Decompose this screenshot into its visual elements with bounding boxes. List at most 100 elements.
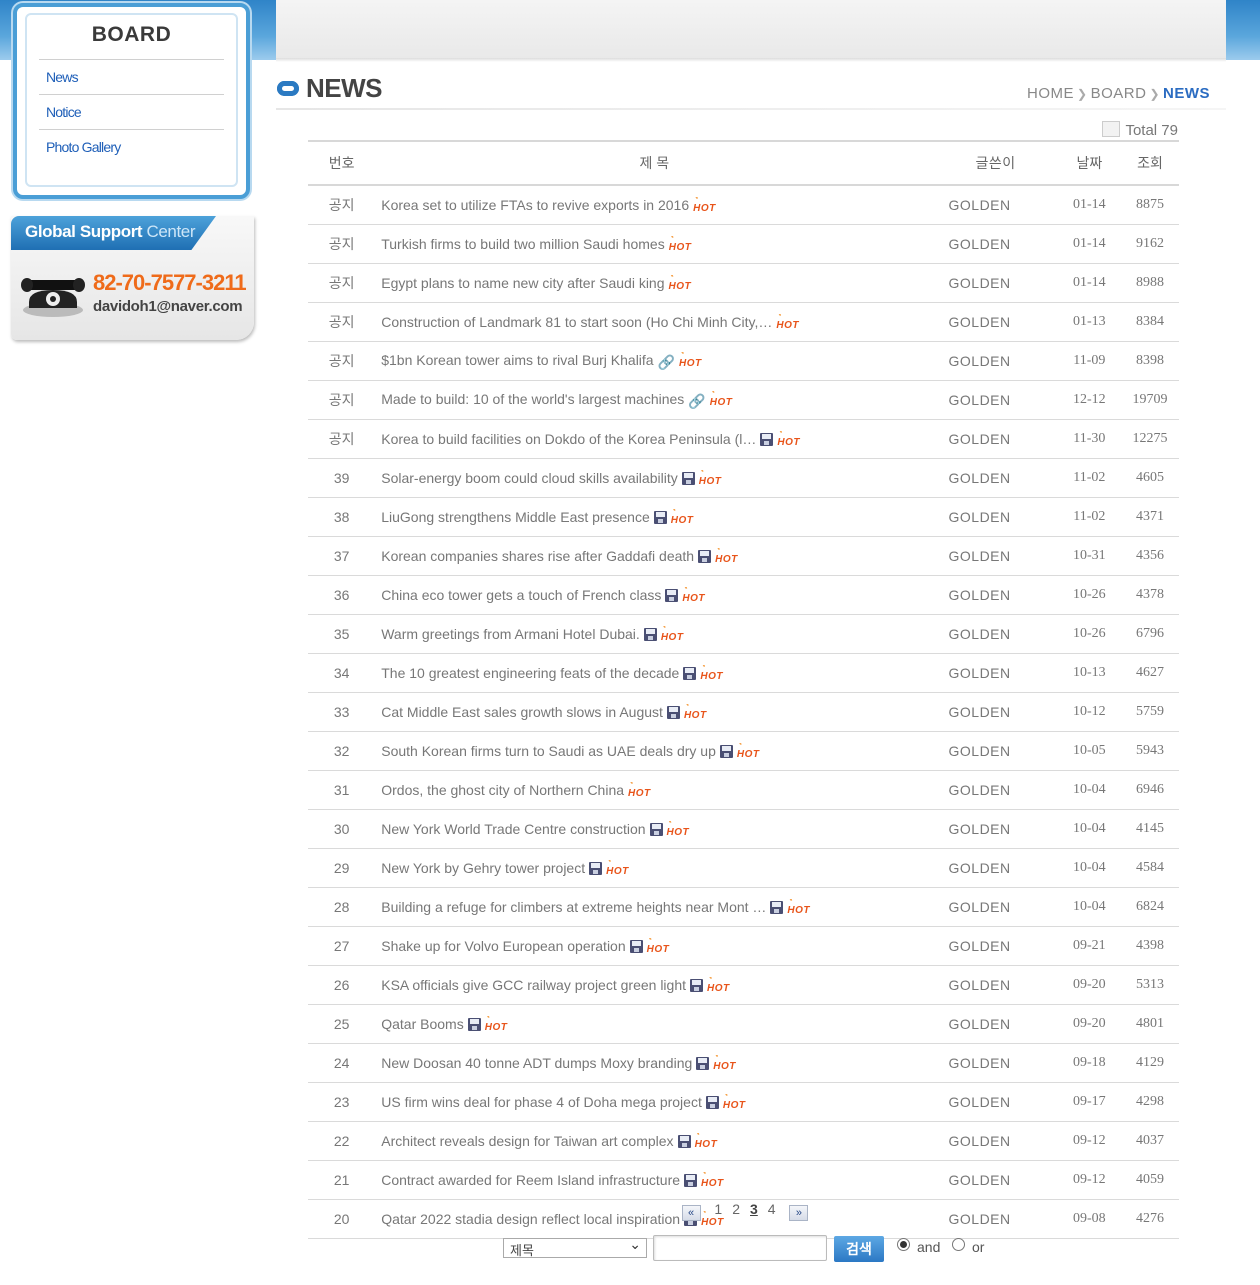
- row-title-link[interactable]: Cat Middle East sales growth slows in Au…: [381, 704, 663, 720]
- sidebar-link-photo-gallery[interactable]: Photo Gallery: [46, 139, 121, 155]
- row-title-link[interactable]: The 10 greatest engineering feats of the…: [381, 665, 679, 681]
- header-banner-right: [1226, 0, 1260, 60]
- divider: [39, 59, 224, 60]
- table-row: 공지 Made to build: 10 of the world's large…: [308, 380, 1179, 420]
- sidebar-link-news[interactable]: News: [46, 69, 79, 85]
- sidebar-link-notice[interactable]: Notice: [46, 104, 82, 120]
- row-title-cell: Qatar Booms HOT: [375, 1004, 935, 1044]
- row-date: 01-14: [1057, 185, 1121, 225]
- hot-badge: HOT: [669, 281, 692, 292]
- row-title-link[interactable]: Made to build: 10 of the world's largest…: [381, 391, 684, 407]
- row-title-link[interactable]: US firm wins deal for phase 4 of Doha me…: [381, 1094, 702, 1110]
- row-title-link[interactable]: New Doosan 40 tonne ADT dumps Moxy brand…: [381, 1055, 692, 1071]
- table-row: 21 Contract awarded for Reem Island infra…: [308, 1160, 1179, 1200]
- row-views: 4605: [1120, 458, 1179, 498]
- row-views: 4129: [1120, 1043, 1179, 1083]
- row-title-link[interactable]: Qatar Booms: [381, 1016, 463, 1032]
- row-title-link[interactable]: Contract awarded for Reem Island infrast…: [381, 1172, 680, 1188]
- row-views: 6946: [1120, 770, 1179, 810]
- row-title-link[interactable]: Korea set to utilize FTAs to revive expo…: [381, 197, 689, 213]
- row-writer: GOLDEN: [934, 614, 1058, 654]
- total-count-label: Total 79: [1125, 122, 1178, 139]
- row-title-link[interactable]: LiuGong strengthens Middle East presence: [381, 509, 650, 525]
- row-title-link[interactable]: Ordos, the ghost city of Northern China: [381, 782, 624, 798]
- file-attachment-icon: [719, 745, 733, 758]
- row-date: 12-12: [1057, 380, 1121, 420]
- row-date: 11-02: [1057, 458, 1121, 498]
- row-views: 5313: [1120, 965, 1179, 1005]
- search-field-select[interactable]: 제목: [503, 1236, 647, 1258]
- radio-or[interactable]: [952, 1238, 965, 1251]
- row-views: 8398: [1120, 341, 1179, 381]
- row-title-link[interactable]: KSA officials give GCC railway project g…: [381, 977, 686, 993]
- breadcrumb-board[interactable]: BOARD: [1091, 85, 1147, 102]
- row-views: 4059: [1120, 1160, 1179, 1200]
- search-input[interactable]: [653, 1235, 827, 1261]
- row-title-link[interactable]: Building a refuge for climbers at extrem…: [381, 899, 766, 915]
- row-number: 39: [308, 458, 376, 498]
- file-attachment-icon: [643, 628, 657, 641]
- row-writer: GOLDEN: [934, 224, 1058, 264]
- row-number: 공지: [308, 302, 376, 342]
- row-writer: GOLDEN: [934, 458, 1058, 498]
- table-row: 30 New York World Trade Centre constructi…: [308, 809, 1179, 849]
- file-attachment-icon: [665, 589, 679, 602]
- row-writer: GOLDEN: [934, 848, 1058, 888]
- row-writer: GOLDEN: [934, 653, 1058, 693]
- row-number: 21: [308, 1160, 376, 1200]
- breadcrumb-home[interactable]: HOME: [1027, 85, 1074, 102]
- row-title-link[interactable]: Construction of Landmark 81 to start soo…: [381, 314, 772, 330]
- row-title-link[interactable]: China eco tower gets a touch of French c…: [381, 587, 661, 603]
- title-bullet-icon: [277, 81, 299, 96]
- support-email[interactable]: davidoh1@naver.com: [93, 298, 243, 315]
- table-row: 26 KSA officials give GCC railway project…: [308, 965, 1179, 1005]
- row-date: 09-20: [1057, 965, 1121, 1005]
- table-row: 27 Shake up for Volvo European operation H…: [308, 926, 1179, 966]
- row-title-link[interactable]: Architect reveals design for Taiwan art …: [381, 1133, 673, 1149]
- board-menu-title: BOARD: [91, 23, 172, 46]
- row-title-cell: LiuGong strengthens Middle East presence…: [375, 497, 935, 537]
- row-title-cell: New Doosan 40 tonne ADT dumps Moxy brand…: [375, 1043, 935, 1083]
- table-row: 34 The 10 greatest engineering feats of t…: [308, 653, 1179, 693]
- row-title-link[interactable]: Warm greetings from Armani Hotel Dubai.: [381, 626, 640, 642]
- row-writer: GOLDEN: [934, 380, 1058, 420]
- row-title-link[interactable]: Korea to build facilities on Dokdo of th…: [381, 431, 756, 447]
- page-link-3-current[interactable]: 3: [750, 1201, 758, 1217]
- row-title-link[interactable]: South Korean firms turn to Saudi as UAE …: [381, 743, 716, 759]
- row-date: 09-12: [1057, 1121, 1121, 1161]
- row-date: 10-04: [1057, 809, 1121, 849]
- table-row: 공지 $1bn Korean tower aims to rival Burj K…: [308, 341, 1179, 381]
- row-number: 공지: [308, 263, 376, 303]
- page-link-1[interactable]: 1: [714, 1201, 722, 1217]
- table-row: 39 Solar-energy boom could cloud skills a…: [308, 458, 1179, 498]
- row-title-link[interactable]: Turkish firms to build two million Saudi…: [381, 236, 664, 252]
- row-number: 38: [308, 497, 376, 537]
- hot-badge: HOT: [723, 1100, 746, 1111]
- prev-page-button[interactable]: «: [681, 1205, 701, 1221]
- search-button[interactable]: 검색: [834, 1236, 884, 1262]
- hot-badge: HOT: [737, 749, 760, 760]
- page-link-4[interactable]: 4: [768, 1201, 776, 1217]
- page-link-2[interactable]: 2: [732, 1201, 740, 1217]
- row-date: 09-17: [1057, 1082, 1121, 1122]
- row-views: 6796: [1120, 614, 1179, 654]
- row-title-link[interactable]: Korean companies shares rise after Gadda…: [381, 548, 694, 564]
- row-title-link[interactable]: Egypt plans to name new city after Saudi…: [381, 275, 664, 291]
- row-views: 12275: [1120, 419, 1179, 459]
- row-title-link[interactable]: Solar-energy boom could cloud skills ava…: [381, 470, 677, 486]
- file-attachment-icon: [705, 1096, 719, 1109]
- row-title-cell: China eco tower gets a touch of French c…: [375, 575, 935, 615]
- row-title-link[interactable]: $1bn Korean tower aims to rival Burj Kha…: [381, 352, 653, 368]
- hot-badge: HOT: [684, 710, 707, 721]
- row-title-cell: Korea set to utilize FTAs to revive expo…: [375, 185, 935, 225]
- list-icon: [1102, 121, 1121, 137]
- row-title-link[interactable]: Shake up for Volvo European operation: [381, 938, 625, 954]
- radio-and[interactable]: [897, 1238, 910, 1251]
- row-title-link[interactable]: New York by Gehry tower project: [381, 860, 585, 876]
- row-writer: GOLDEN: [934, 926, 1058, 966]
- radio-or-label: or: [972, 1239, 985, 1255]
- row-writer: GOLDEN: [934, 1043, 1058, 1083]
- row-title-link[interactable]: New York World Trade Centre construction: [381, 821, 645, 837]
- next-page-button[interactable]: »: [789, 1205, 809, 1221]
- table-row: 35 Warm greetings from Armani Hotel Dubai…: [308, 614, 1179, 654]
